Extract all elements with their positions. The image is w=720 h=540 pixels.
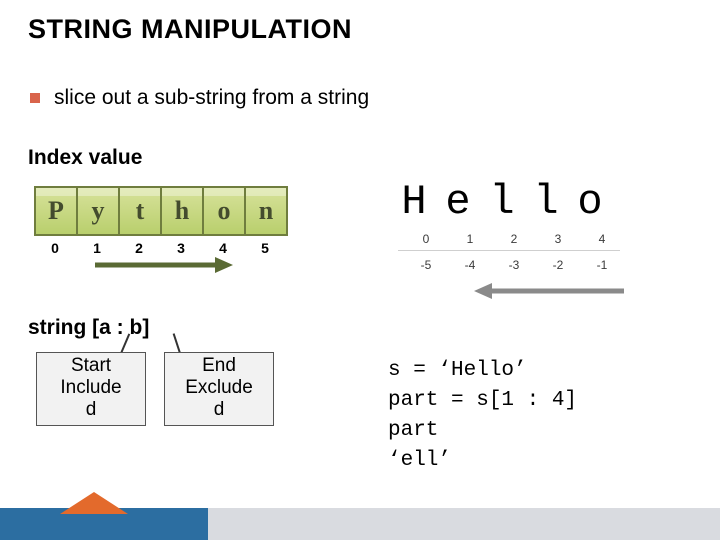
bullet-line: slice out a sub-string from a string <box>30 86 369 110</box>
python-cell: y <box>76 186 118 236</box>
code-line: ‘ell’ <box>388 449 451 472</box>
hello-pos: 2 <box>492 232 536 246</box>
hello-pos: 0 <box>404 232 448 246</box>
hello-pos: 4 <box>580 232 624 246</box>
bullet-square-icon <box>30 93 40 103</box>
python-idx: 4 <box>202 240 244 256</box>
python-cell: P <box>34 186 76 236</box>
hello-pos: 3 <box>536 232 580 246</box>
hello-neg: -2 <box>536 258 580 272</box>
code-line: part <box>388 419 438 442</box>
python-cell: o <box>202 186 244 236</box>
hello-neg-row: -5-4-3-2-1 <box>404 258 624 272</box>
hello-neg: -1 <box>580 258 624 272</box>
hello-letter: H <box>392 178 436 226</box>
python-boxes: P y t h o n 0 1 2 3 4 5 <box>34 186 288 256</box>
hello-letter: l <box>524 178 568 226</box>
slice-syntax: string [a : b] <box>28 316 149 340</box>
callout-text: Start <box>37 355 145 377</box>
divider-line <box>398 250 620 251</box>
hello-letter: o <box>568 178 612 226</box>
hello-pos: 1 <box>448 232 492 246</box>
end-callout: End Exclude d <box>164 352 274 426</box>
index-value-label: Index value <box>28 146 142 170</box>
python-cell: t <box>118 186 160 236</box>
python-index-row: 0 1 2 3 4 5 <box>34 240 288 256</box>
python-cell: n <box>244 186 288 236</box>
hello-neg: -5 <box>404 258 448 272</box>
python-idx: 3 <box>160 240 202 256</box>
python-idx: 0 <box>34 240 76 256</box>
arrow-left-icon <box>474 282 624 305</box>
footer-triangle-icon <box>60 492 128 514</box>
python-idx: 5 <box>244 240 286 256</box>
code-line: part = s[1 : 4] <box>388 389 577 412</box>
callout-text: End <box>165 355 273 377</box>
callout-text: d <box>37 399 145 421</box>
hello-pos-row: 01234 <box>404 232 624 246</box>
python-cell: h <box>160 186 202 236</box>
code-line: s = ‘Hello’ <box>388 359 527 382</box>
python-idx: 1 <box>76 240 118 256</box>
code-example: s = ‘Hello’ part = s[1 : 4] part ‘ell’ <box>388 356 577 476</box>
bullet-text: slice out a sub-string from a string <box>54 86 369 109</box>
callout-text: Exclude <box>165 377 273 399</box>
python-idx: 2 <box>118 240 160 256</box>
arrow-right-icon <box>95 255 235 275</box>
slide: STRING MANIPULATION slice out a sub-stri… <box>0 0 720 540</box>
python-letter-row: P y t h o n <box>34 186 288 236</box>
hello-letter: l <box>480 178 524 226</box>
page-title: STRING MANIPULATION <box>28 14 352 45</box>
callout-text: d <box>165 399 273 421</box>
hello-letter: e <box>436 178 480 226</box>
hello-letters: Hello <box>392 178 612 226</box>
hello-neg: -4 <box>448 258 492 272</box>
hello-neg: -3 <box>492 258 536 272</box>
callout-text: Include <box>37 377 145 399</box>
start-callout: Start Include d <box>36 352 146 426</box>
